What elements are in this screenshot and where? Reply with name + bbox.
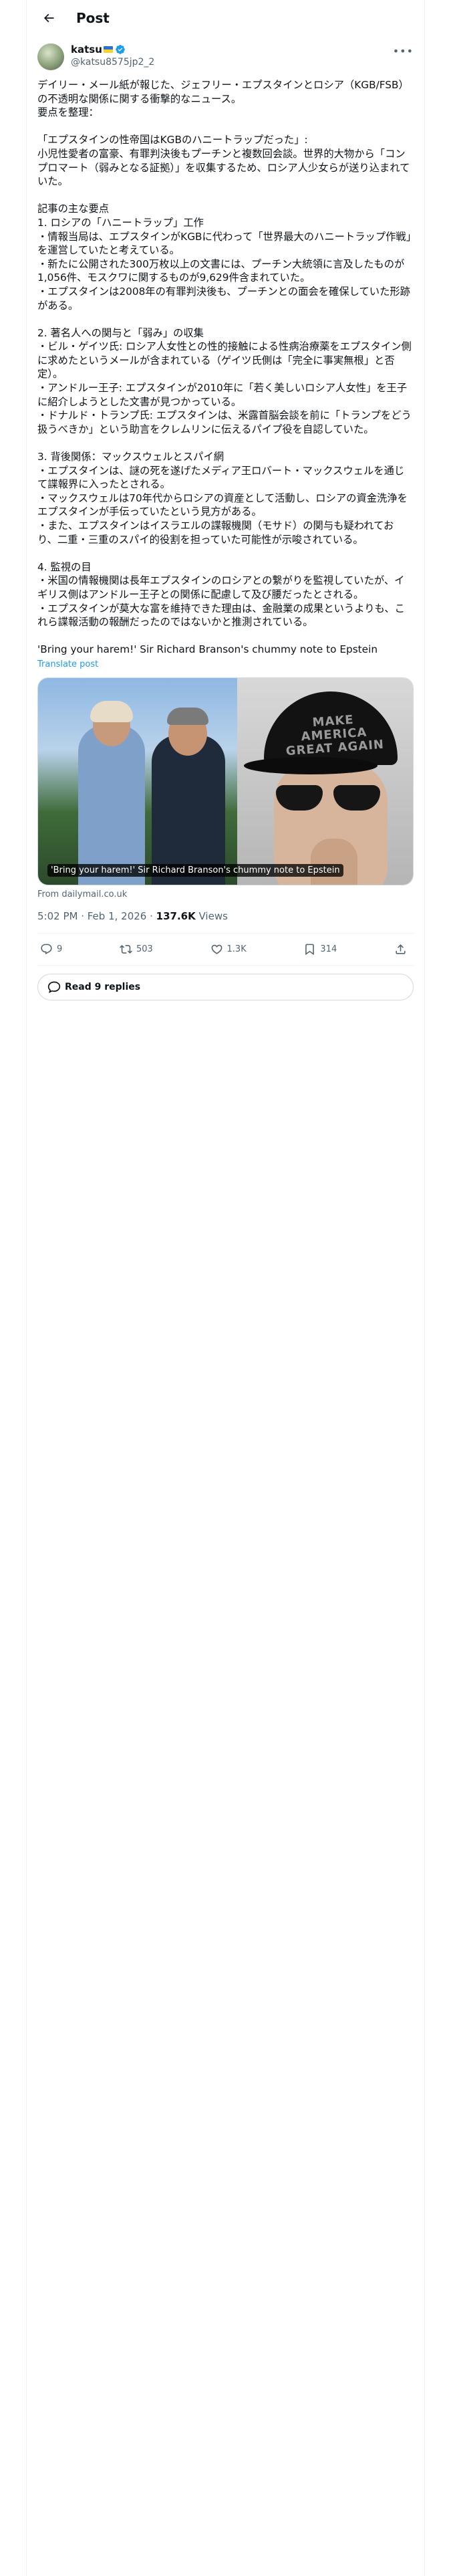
card-caption: 'Bring your harem!' Sir Richard Branson'… <box>47 863 343 877</box>
reply-button[interactable]: 9 <box>40 943 62 956</box>
views-label: Views <box>195 909 228 922</box>
repost-count: 503 <box>136 944 153 954</box>
bookmark-icon <box>305 944 315 956</box>
left-rail <box>0 0 27 2576</box>
reply-icon <box>41 944 52 955</box>
card-source[interactable]: From dailymail.co.uk <box>27 885 424 899</box>
action-bar: 9 503 1.3K 314 <box>37 934 414 966</box>
chat-bubble-icon <box>47 981 61 993</box>
link-card[interactable]: MAKE AMERICA GREAT AGAIN 'Bring your har… <box>37 677 414 885</box>
post-meta: 5:02 PM · Feb 1, 2026 · 137.6K Views <box>37 899 414 934</box>
more-options-icon[interactable]: ••• <box>393 45 414 58</box>
verified-badge-icon <box>115 44 126 55</box>
page-title: Post <box>76 9 110 26</box>
display-name[interactable]: katsu <box>71 43 102 56</box>
cap-lettering: MAKE AMERICA GREAT AGAIN <box>285 712 385 759</box>
avatar[interactable] <box>37 43 64 70</box>
like-button[interactable]: 1.3K <box>210 943 247 956</box>
sunglasses <box>276 784 383 812</box>
display-name-row[interactable]: katsu <box>71 43 154 56</box>
post-timestamp[interactable]: 5:02 PM · Feb 1, 2026 · <box>37 910 156 922</box>
read-replies-button[interactable]: Read 9 replies <box>37 973 414 1000</box>
bookmark-button[interactable]: 314 <box>303 943 337 956</box>
tweet-text: デイリー・メール紙が報じた、ジェフリー・エプスタインとロシア（KGB/FSB）の… <box>37 79 412 656</box>
translate-post-link[interactable]: Translate post <box>27 657 424 669</box>
share-icon <box>396 944 406 954</box>
share-button[interactable] <box>394 943 411 956</box>
arrow-left-icon <box>43 13 54 22</box>
author-handle[interactable]: @katsu8575jp2_2 <box>71 57 154 68</box>
like-count: 1.3K <box>227 944 247 954</box>
post-column: Post katsu @katsu8575jp2_2 ••• デイリー・メール紙… <box>27 0 424 1000</box>
read-replies-label: Read 9 replies <box>65 981 141 992</box>
repost-button[interactable]: 503 <box>120 943 153 956</box>
post-header: Post <box>27 0 424 35</box>
bookmark-count: 314 <box>320 944 337 954</box>
author-row: katsu @katsu8575jp2_2 ••• <box>27 35 424 70</box>
repost-icon <box>120 945 132 954</box>
right-rail <box>424 0 451 2576</box>
card-photo-left <box>38 677 237 885</box>
back-button[interactable] <box>37 7 60 29</box>
heart-icon <box>211 944 222 954</box>
card-photo-right: MAKE AMERICA GREAT AGAIN <box>237 677 413 885</box>
reply-count: 9 <box>57 944 63 954</box>
views-count: 137.6K <box>156 909 196 922</box>
author-names: katsu @katsu8575jp2_2 <box>71 43 154 68</box>
ukraine-flag-icon <box>103 46 113 53</box>
